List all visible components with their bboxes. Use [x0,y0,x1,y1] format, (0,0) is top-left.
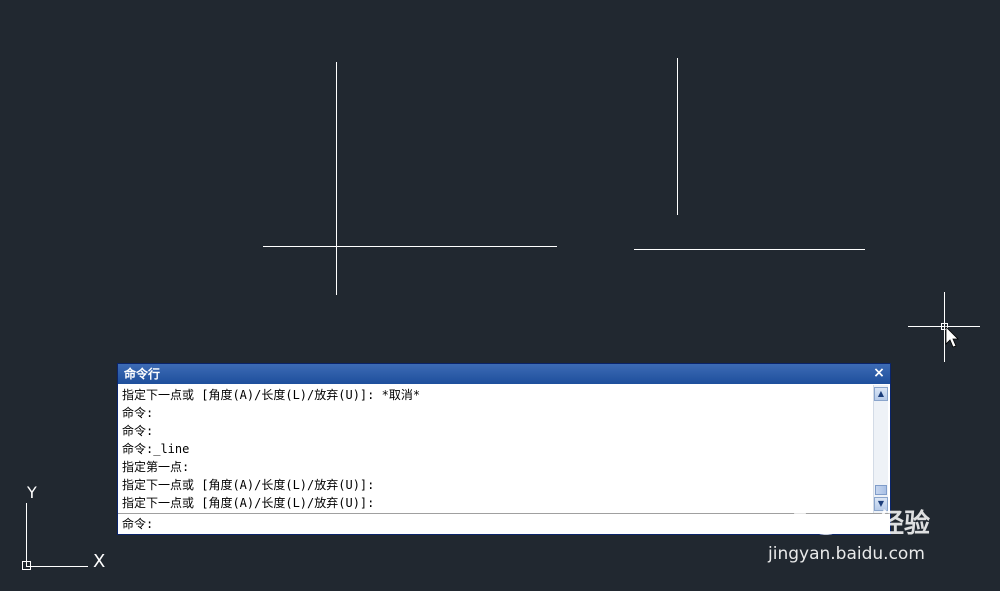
ucs-x-label: X [93,551,105,572]
history-line: 命令: [122,406,154,420]
command-prompt: 命令: [122,517,154,531]
command-line-titlebar[interactable]: 命令行 × [118,364,890,384]
command-line-title: 命令行 [124,367,161,381]
history-line: 指定下一点或 [角度(A)/长度(L)/放弃(U)]: [122,478,375,492]
history-line: 指定下一点或 [角度(A)/长度(L)/放弃(U)]: [122,496,375,510]
history-line: 命令:_line [122,442,190,456]
watermark-brand: 经验 [878,509,931,539]
baidu-watermark: 经验 jingyan.baidu.com [760,482,960,572]
crosshair-cursor-icon [908,292,980,362]
history-line: 命令: [122,424,154,438]
scroll-up-icon[interactable]: ▲ [874,387,888,401]
arrow-pointer-icon [945,326,959,348]
command-history: 指定下一点或 [角度(A)/长度(L)/放弃(U)]: *取消* 命令: 命令:… [122,386,870,512]
history-line: 指定第一点: [122,460,190,474]
history-line: 指定下一点或 [角度(A)/长度(L)/放弃(U)]: *取消* [122,388,421,402]
baidu-paw-logo-icon [794,482,851,535]
command-input[interactable] [162,515,842,531]
ucs-icon [22,503,88,570]
watermark-url: jingyan.baidu.com [768,544,925,564]
ucs-y-label: Y [26,483,37,502]
close-icon[interactable]: × [872,366,886,380]
